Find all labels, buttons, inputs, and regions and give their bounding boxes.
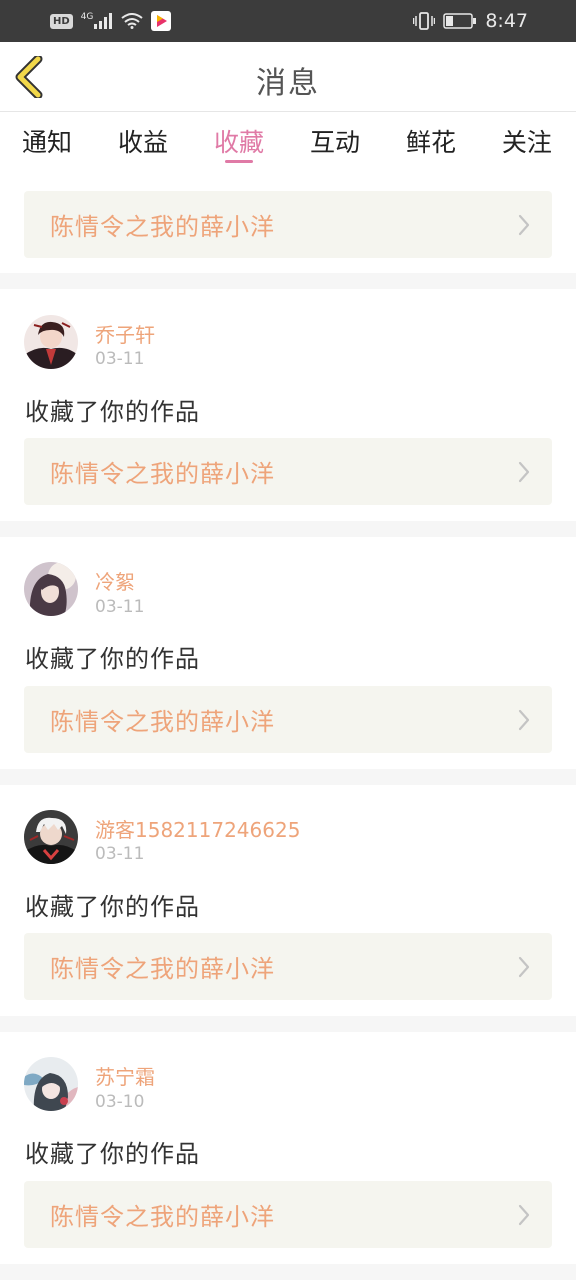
avatar-image <box>24 562 78 616</box>
work-card[interactable]: 陈情令之我的薛小洋 <box>24 438 552 505</box>
item-date: 03-10 <box>95 1092 145 1112</box>
work-card[interactable]: 陈情令之我的薛小洋 <box>24 933 552 1000</box>
user-name[interactable]: 乔子轩 <box>95 319 155 348</box>
hd-badge: HD <box>50 13 73 29</box>
action-text: 收藏了你的作品 <box>25 645 200 673</box>
item-date: 03-11 <box>95 597 145 617</box>
divider <box>0 1264 576 1280</box>
tab-favorites[interactable]: 收藏 <box>214 112 264 174</box>
chevron-right-icon <box>518 214 530 236</box>
action-text: 收藏了你的作品 <box>25 1140 200 1168</box>
chevron-right-icon <box>518 709 530 731</box>
action-text: 收藏了你的作品 <box>25 398 200 426</box>
avatar[interactable] <box>24 562 78 616</box>
avatar[interactable] <box>24 810 78 864</box>
tab-bar: 通知 收益 收藏 互动 鲜花 关注 <box>0 112 576 174</box>
media-app-icon <box>151 11 172 31</box>
item-date: 03-11 <box>95 844 145 864</box>
status-bar: HD 4G 8:47 <box>0 0 576 42</box>
work-title: 陈情令之我的薛小洋 <box>50 213 275 241</box>
battery-icon <box>443 13 477 29</box>
clock: 8:47 <box>485 10 528 32</box>
vibrate-icon <box>413 12 436 30</box>
tab-interactions[interactable]: 互动 <box>310 112 360 174</box>
divider <box>0 1016 576 1032</box>
header: 消息 <box>0 42 576 112</box>
network-label: 4G <box>80 12 94 22</box>
user-name[interactable]: 游客1582117246625 <box>95 814 300 843</box>
chevron-right-icon <box>518 461 530 483</box>
user-name[interactable]: 冷絮 <box>95 566 135 595</box>
chevron-right-icon <box>518 1204 530 1226</box>
tab-notifications[interactable]: 通知 <box>22 112 72 174</box>
action-text: 收藏了你的作品 <box>25 893 200 921</box>
work-title: 陈情令之我的薛小洋 <box>50 1203 275 1231</box>
wifi-icon <box>121 13 143 29</box>
work-card[interactable]: 陈情令之我的薛小洋 <box>24 191 552 258</box>
avatar-image <box>24 1057 78 1111</box>
work-title: 陈情令之我的薛小洋 <box>50 460 275 488</box>
tab-following[interactable]: 关注 <box>502 112 552 174</box>
item-date: 03-11 <box>95 349 145 369</box>
status-bar-right: 8:47 <box>413 10 528 32</box>
avatar-image <box>24 315 78 369</box>
avatar[interactable] <box>24 315 78 369</box>
signal-icon <box>94 13 113 29</box>
work-card[interactable]: 陈情令之我的薛小洋 <box>24 686 552 753</box>
avatar-image <box>24 810 78 864</box>
page-title: 消息 <box>256 66 320 101</box>
divider <box>0 273 576 289</box>
chevron-right-icon <box>518 956 530 978</box>
status-bar-left: HD 4G <box>50 11 172 31</box>
avatar[interactable] <box>24 1057 78 1111</box>
tab-earnings[interactable]: 收益 <box>118 112 168 174</box>
work-title: 陈情令之我的薛小洋 <box>50 708 275 736</box>
divider <box>0 769 576 785</box>
user-name[interactable]: 苏宁霜 <box>95 1061 155 1090</box>
work-card[interactable]: 陈情令之我的薛小洋 <box>24 1181 552 1248</box>
work-title: 陈情令之我的薛小洋 <box>50 955 275 983</box>
divider <box>0 521 576 537</box>
tab-flowers[interactable]: 鲜花 <box>406 112 456 174</box>
